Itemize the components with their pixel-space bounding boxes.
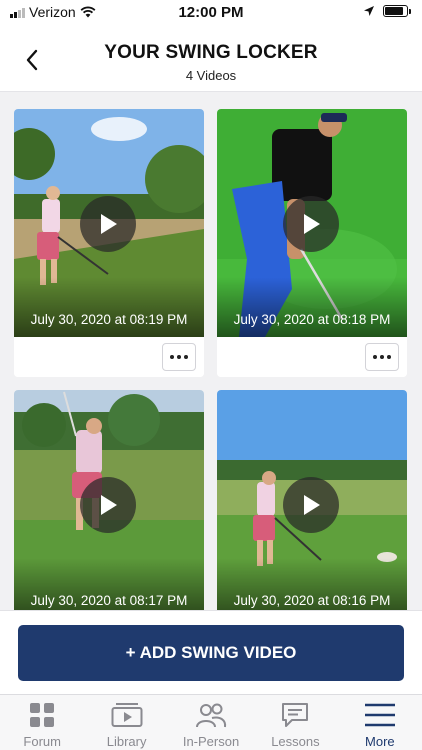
video-card: July 30, 2020 at 08:18 PM bbox=[217, 109, 407, 377]
tab-label: More bbox=[365, 734, 395, 749]
add-swing-video-button[interactable]: + ADD SWING VIDEO bbox=[18, 625, 404, 681]
video-library-icon bbox=[110, 701, 144, 729]
menu-icon bbox=[363, 701, 397, 729]
tab-more[interactable]: More bbox=[338, 695, 422, 750]
status-time: 12:00 PM bbox=[178, 4, 244, 21]
status-bar: Verizon 12:00 PM bbox=[0, 0, 422, 26]
play-icon bbox=[304, 214, 320, 234]
play-button[interactable] bbox=[283, 477, 339, 533]
ellipsis-icon bbox=[170, 355, 174, 359]
video-grid: July 30, 2020 at 08:19 PM July 30, 2020 … bbox=[0, 92, 422, 610]
card-footer bbox=[217, 337, 407, 377]
play-button[interactable] bbox=[283, 196, 339, 252]
tab-label: Library bbox=[106, 734, 147, 749]
play-button[interactable] bbox=[80, 477, 136, 533]
video-date: July 30, 2020 at 08:19 PM bbox=[30, 312, 188, 327]
people-icon bbox=[194, 701, 228, 729]
tab-lessons[interactable]: Lessons bbox=[253, 695, 337, 750]
add-video-bar: + ADD SWING VIDEO bbox=[0, 610, 422, 694]
grid-icon bbox=[25, 701, 59, 729]
video-date: July 30, 2020 at 08:18 PM bbox=[233, 312, 391, 327]
video-card: July 30, 2020 at 08:19 PM bbox=[14, 109, 204, 377]
tab-in-person[interactable]: In-Person bbox=[169, 695, 253, 750]
page-title: YOUR SWING LOCKER bbox=[104, 42, 318, 63]
tab-bar: Forum Library In-Person Lessons More bbox=[0, 694, 422, 750]
ellipsis-icon bbox=[373, 355, 377, 359]
status-icons bbox=[363, 5, 411, 17]
video-thumbnail[interactable]: July 30, 2020 at 08:16 PM bbox=[217, 390, 407, 610]
play-icon bbox=[101, 214, 117, 234]
tab-label: Lessons bbox=[271, 734, 320, 749]
video-date: July 30, 2020 at 08:16 PM bbox=[233, 593, 391, 608]
play-icon bbox=[304, 495, 320, 515]
chat-icon bbox=[278, 701, 312, 729]
video-thumbnail[interactable]: July 30, 2020 at 08:18 PM bbox=[217, 109, 407, 337]
video-count: 4 Videos bbox=[185, 68, 237, 83]
video-card: July 30, 2020 at 08:17 PM bbox=[14, 390, 204, 610]
tab-label: In-Person bbox=[182, 734, 240, 749]
video-thumbnail[interactable]: July 30, 2020 at 08:19 PM bbox=[14, 109, 204, 337]
tab-label: Forum bbox=[23, 734, 61, 749]
more-options-button[interactable] bbox=[162, 343, 196, 371]
tab-forum[interactable]: Forum bbox=[0, 695, 84, 750]
video-thumbnail[interactable]: July 30, 2020 at 08:17 PM bbox=[14, 390, 204, 610]
play-button[interactable] bbox=[80, 196, 136, 252]
video-date: July 30, 2020 at 08:17 PM bbox=[30, 593, 188, 608]
card-footer bbox=[14, 337, 204, 377]
play-icon bbox=[101, 495, 117, 515]
video-card: July 30, 2020 at 08:16 PM bbox=[217, 390, 407, 610]
battery-icon bbox=[383, 5, 411, 17]
location-arrow-icon bbox=[364, 6, 374, 16]
page-header: YOUR SWING LOCKER 4 Videos bbox=[0, 26, 422, 92]
tab-library[interactable]: Library bbox=[84, 695, 168, 750]
more-options-button[interactable] bbox=[365, 343, 399, 371]
